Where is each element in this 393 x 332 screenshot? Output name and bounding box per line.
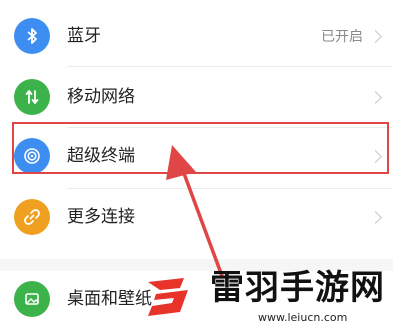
settings-item-mobile-network[interactable]: 移动网络 xyxy=(0,67,393,128)
highlight-box xyxy=(12,122,389,174)
chevron-right-icon xyxy=(369,91,382,104)
settings-item-bluetooth[interactable]: 蓝牙 已开启 xyxy=(0,6,393,67)
bluetooth-status: 已开启 xyxy=(321,29,363,45)
watermark-logo-icon xyxy=(148,278,188,316)
settings-item-label: 蓝牙 xyxy=(67,26,101,46)
mobile-data-icon xyxy=(14,79,50,115)
watermark-url: www.leiucn.com xyxy=(258,311,348,324)
link-icon xyxy=(14,199,50,235)
watermark-title: 雷羽手游网 xyxy=(210,268,385,308)
chevron-right-icon xyxy=(369,30,382,43)
wallpaper-icon xyxy=(14,281,50,317)
watermark: 雷羽手游网 www.leiucn.com xyxy=(138,262,393,332)
settings-item-label: 更多连接 xyxy=(67,207,135,227)
bluetooth-icon xyxy=(14,18,50,54)
settings-item-more-connections[interactable]: 更多连接 xyxy=(0,189,393,250)
chevron-right-icon xyxy=(369,211,382,224)
settings-item-label: 移动网络 xyxy=(67,87,135,107)
